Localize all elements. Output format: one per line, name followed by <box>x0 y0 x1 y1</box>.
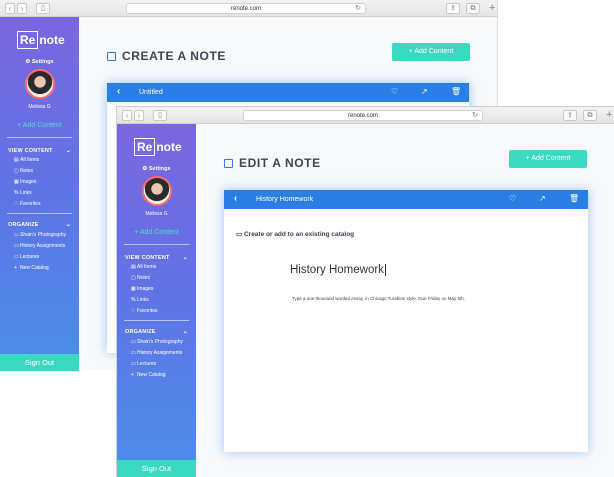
note-title-input[interactable]: History Homework <box>290 264 386 276</box>
gear-icon: ⚙ <box>25 59 31 65</box>
organize-header[interactable]: ORGANIZE ⌄ <box>125 329 188 335</box>
add-content-button[interactable]: + Add Content <box>392 43 470 61</box>
settings-link[interactable]: ⚙ Settings <box>0 59 79 65</box>
sidebar-item-all-items[interactable]: ▤All Items <box>131 264 156 270</box>
user-name: Melissa G <box>28 104 51 110</box>
chevron-down-icon: ⌄ <box>65 222 71 228</box>
editor-title: Untitled <box>139 89 163 96</box>
folder-icon: ▭ <box>236 231 243 238</box>
sidebar-toggle-button[interactable]: ▯ <box>153 110 167 121</box>
reload-icon[interactable]: ↻ <box>472 111 478 121</box>
trash-icon[interactable]: 🗑 <box>569 194 579 204</box>
tabs-overview-button[interactable]: ⧉ <box>583 110 597 121</box>
add-content-link[interactable]: + Add Content <box>117 229 196 236</box>
browser-back-button[interactable]: ‹ <box>5 3 15 14</box>
catalog-item-lectures[interactable]: ▭Lectures <box>14 254 39 260</box>
share-icon[interactable]: ↗ <box>421 87 428 97</box>
editor-toolbar: ‹ History Homework ♡ ↗ 🗑 <box>224 190 588 209</box>
gear-icon: ⚙ <box>142 166 148 172</box>
address-bar-text: renote.com <box>347 113 378 119</box>
sidebar-item-all-items[interactable]: ▤All Items <box>14 157 39 163</box>
reload-icon[interactable]: ↻ <box>355 4 361 14</box>
tabs-overview-button[interactable]: ⧉ <box>466 3 480 14</box>
share-icon[interactable]: ↗ <box>539 194 546 204</box>
view-content-header[interactable]: VIEW CONTENT ⌄ <box>125 255 188 261</box>
sidebar-toggle-button[interactable]: ▯ <box>36 3 50 14</box>
add-content-button[interactable]: + Add Content <box>509 150 587 168</box>
settings-link[interactable]: ⚙ Settings <box>117 166 196 172</box>
catalog-item-history[interactable]: ▭History Assignments <box>14 243 65 249</box>
sidebar-item-favorites[interactable]: ♡ Favorites <box>14 201 41 207</box>
catalog-item-lectures[interactable]: ▭Lectures <box>131 361 156 367</box>
sidebar-item-notes[interactable]: ▢Notes <box>131 275 150 281</box>
sidebar-item-links[interactable]: % Links <box>14 190 32 196</box>
heart-icon[interactable]: ♡ <box>391 87 398 97</box>
avatar[interactable] <box>142 176 172 206</box>
new-catalog-button[interactable]: + New Catalog <box>131 372 166 378</box>
browser-toolbar: ‹ › ▯ renote.com ↻ ⇪ ⧉ + <box>0 0 497 17</box>
renote-logo: Re note <box>134 138 182 156</box>
address-bar[interactable]: renote.com ↻ <box>243 110 483 121</box>
chevron-down-icon: ⌄ <box>182 329 188 335</box>
address-bar[interactable]: renote.com ↻ <box>126 3 366 14</box>
note-editor: ‹ History Homework ♡ ↗ 🗑 ▭ Create or add… <box>224 190 588 452</box>
chevron-left-icon[interactable]: ‹ <box>117 86 120 98</box>
page-title: CREATE A NOTE <box>107 49 226 63</box>
view-content-header[interactable]: VIEW CONTENT ⌄ <box>8 148 71 154</box>
browser-window-edit-note: ‹ › ▯ renote.com ↻ ⇪ ⧉ + Re note ⚙ Settin… <box>116 106 614 477</box>
main-content: EDIT A NOTE + Add Content ‹ History Home… <box>196 124 614 477</box>
new-catalog-button[interactable]: + New Catalog <box>14 265 49 271</box>
browser-back-button[interactable]: ‹ <box>122 110 132 121</box>
sidebar-item-links[interactable]: % Links <box>131 297 149 303</box>
note-icon <box>107 52 116 61</box>
sidebar-item-notes[interactable]: ▢Notes <box>14 168 33 174</box>
share-page-button[interactable]: ⇪ <box>446 3 460 14</box>
sidebar-item-favorites[interactable]: ♡ Favorites <box>131 308 158 314</box>
new-tab-button[interactable]: + <box>489 3 495 14</box>
renote-logo: Re note <box>17 31 65 49</box>
divider <box>124 320 189 321</box>
browser-toolbar: ‹ › ▯ renote.com ↻ ⇪ ⧉ + <box>117 107 614 124</box>
user-name: Melissa G <box>145 211 168 217</box>
note-body-textarea[interactable]: Type a one thousand worded essay, in Chi… <box>292 296 465 301</box>
sidebar: Re note ⚙ Settings Melissa G + Add Conten… <box>0 17 79 371</box>
trash-icon[interactable]: 🗑 <box>451 87 461 97</box>
heart-icon[interactable]: ♡ <box>509 194 516 204</box>
sidebar-item-images[interactable]: ▦Images <box>131 286 153 292</box>
browser-forward-button[interactable]: › <box>134 110 144 121</box>
divider <box>124 244 189 245</box>
new-tab-button[interactable]: + <box>606 110 612 121</box>
editor-title: History Homework <box>256 196 314 203</box>
organize-header[interactable]: ORGANIZE ⌄ <box>8 222 71 228</box>
divider <box>7 213 72 214</box>
sidebar: Re note ⚙ Settings Melissa G + Add Conten… <box>117 124 196 477</box>
divider <box>7 137 72 138</box>
sign-out-button[interactable]: Sign Out <box>117 460 196 477</box>
add-content-link[interactable]: + Add Content <box>0 122 79 129</box>
editor-toolbar: ‹ Untitled ♡ ↗ 🗑 <box>107 83 469 102</box>
catalog-item-photography[interactable]: ▭Shain's Photography <box>131 339 183 345</box>
sidebar-item-images[interactable]: ▦Images <box>14 179 36 185</box>
share-page-button[interactable]: ⇪ <box>563 110 577 121</box>
chevron-down-icon: ⌄ <box>182 255 188 261</box>
address-bar-text: renote.com <box>230 6 261 12</box>
catalog-item-photography[interactable]: ▭Shain's Photography <box>14 232 66 238</box>
chevron-left-icon[interactable]: ‹ <box>234 193 237 205</box>
page-title: EDIT A NOTE <box>224 156 321 170</box>
browser-forward-button[interactable]: › <box>17 3 27 14</box>
sign-out-button[interactable]: Sign Out <box>0 354 79 371</box>
catalog-selector[interactable]: ▭ Create or add to an existing catalog <box>236 230 354 238</box>
avatar[interactable] <box>25 69 55 99</box>
note-icon <box>224 159 233 168</box>
chevron-down-icon: ⌄ <box>65 148 71 154</box>
catalog-item-history[interactable]: ▭History Assignments <box>131 350 182 356</box>
